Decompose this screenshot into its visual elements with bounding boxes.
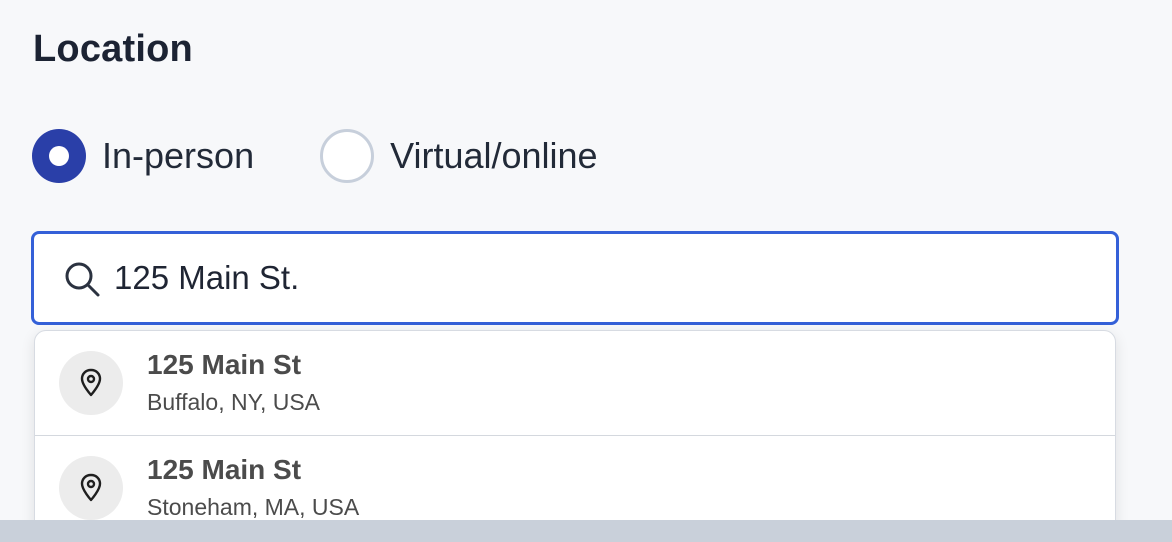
search-icon [65,262,100,297]
pin-icon-badge [59,351,123,415]
address-search-input[interactable] [114,250,1094,306]
map-pin-icon [80,368,102,397]
suggestion-title: 125 Main St [147,454,302,485]
suggestion-item[interactable]: 125 Main St Buffalo, NY, USA [35,331,1115,436]
radio-option-virtual[interactable]: Virtual/online [320,129,598,183]
radio-button-virtual[interactable] [320,129,375,183]
radio-label-virtual: Virtual/online [390,135,598,176]
map-pin-icon [80,473,102,502]
location-type-radio-group: In-person Virtual/online [32,129,598,183]
address-suggestions-dropdown: 125 Main St Buffalo, NY, USA 125 Main St… [34,330,1116,542]
location-heading: Location [33,28,193,70]
pin-icon-badge [59,456,123,520]
radio-label-in-person: In-person [102,135,255,176]
suggestion-subtitle: Stoneham, MA, USA [147,494,360,520]
radio-selected-dot [49,146,69,166]
location-panel: Location In-person Virtual/online 125 Ma… [0,0,1172,542]
radio-option-in-person[interactable]: In-person [32,129,254,183]
address-search-box[interactable] [31,231,1119,325]
suggestion-title: 125 Main St [147,349,302,380]
suggestion-subtitle: Buffalo, NY, USA [147,389,321,415]
background-band [0,520,1172,542]
radio-button-in-person[interactable] [32,129,86,183]
